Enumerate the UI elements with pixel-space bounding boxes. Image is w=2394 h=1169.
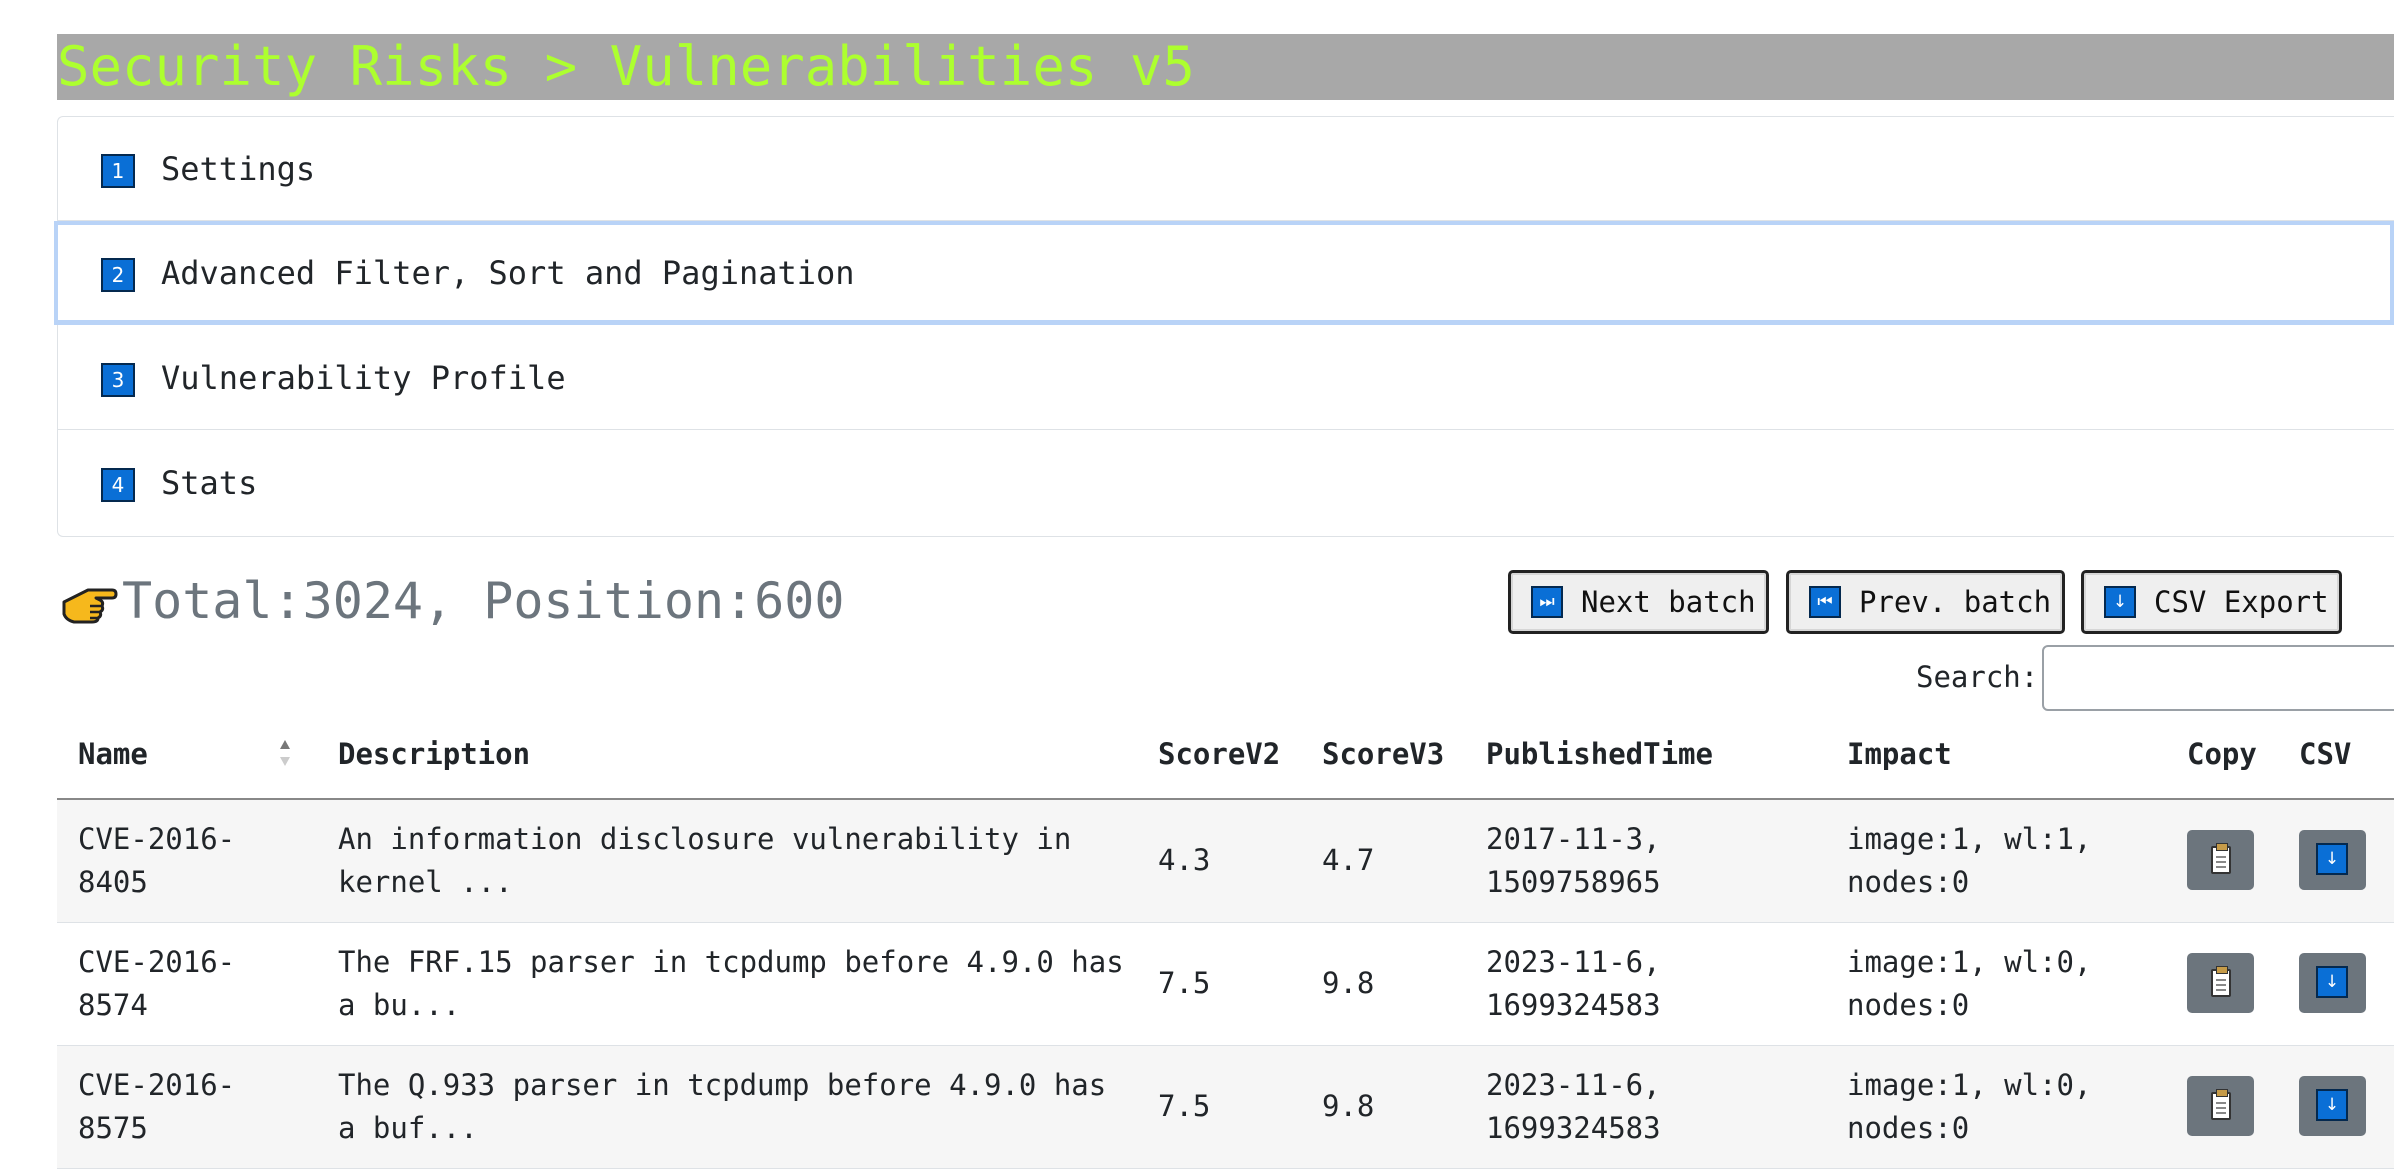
total-position-text: Total:3024, Position:600	[122, 572, 845, 630]
score-v2-cell: 4.3	[1158, 843, 1211, 877]
table-header: Name Description ScoreV2 ScoreV3 Publish…	[57, 722, 2394, 800]
column-header-publishedtime[interactable]: PublishedTime	[1486, 722, 1713, 786]
accordion-label: Vulnerability Profile	[161, 359, 566, 397]
csv-row-button[interactable]: ↓	[2299, 1076, 2366, 1136]
prev-batch-label: Prev. batch	[1859, 585, 2052, 619]
download-icon: ↓	[2316, 843, 2348, 875]
published-time-cell: 2023-11-6, 1699324583	[1486, 945, 1661, 1022]
impact-cell: image:1, wl:0, nodes:0	[1847, 945, 2092, 1022]
score-v2-cell: 7.5	[1158, 1089, 1211, 1123]
accordion-item-advanced-filter[interactable]: 2 Advanced Filter, Sort and Pagination	[54, 221, 2394, 325]
table-row: CVE-2016- 8574 The FRF.15 parser in tcpdu…	[57, 923, 2394, 1046]
accordion-item-settings[interactable]: 1 Settings	[58, 117, 2394, 221]
column-header-name[interactable]: Name	[78, 722, 148, 786]
score-v3-cell: 9.8	[1322, 966, 1375, 1000]
search-input[interactable]	[2042, 645, 2394, 711]
skip-forward-icon: ⏭	[1531, 586, 1563, 618]
column-header-csv[interactable]: CSV	[2299, 722, 2351, 786]
sort-arrows-icon[interactable]	[277, 736, 293, 770]
settings-accordion: 1 Settings 2 Advanced Filter, Sort and P…	[54, 116, 2394, 537]
column-header-impact[interactable]: Impact	[1847, 722, 1952, 786]
vulnerability-table: Name Description ScoreV2 ScoreV3 Publish…	[57, 722, 2394, 1169]
download-icon: ↓	[2316, 966, 2348, 998]
published-time-cell: 2023-11-6, 1699324583	[1486, 1068, 1661, 1145]
impact-cell: image:1, wl:0, nodes:0	[1847, 1068, 2092, 1145]
accordion-label: Settings	[161, 150, 316, 188]
accordion-item-vulnerability-profile[interactable]: 3 Vulnerability Profile	[58, 326, 2394, 430]
csv-row-button[interactable]: ↓	[2299, 830, 2366, 890]
column-header-copy[interactable]: Copy	[2187, 722, 2257, 786]
number-4-icon: 4	[101, 468, 135, 502]
description-cell: The Q.933 parser in tcpdump before 4.9.0…	[338, 1068, 1107, 1145]
accordion-label: Advanced Filter, Sort and Pagination	[161, 254, 855, 292]
copy-button[interactable]	[2187, 830, 2254, 890]
download-icon: ↓	[2316, 1089, 2348, 1121]
clipboard-icon	[2211, 843, 2231, 874]
prev-batch-button[interactable]: ⏮ Prev. batch	[1786, 570, 2065, 634]
download-icon: ↓	[2104, 586, 2136, 618]
table-row: CVE-2016- 8405 An information disclosure …	[57, 800, 2394, 923]
copy-button[interactable]	[2187, 1076, 2254, 1136]
score-v3-cell: 9.8	[1322, 1089, 1375, 1123]
accordion-item-stats[interactable]: 4 Stats	[58, 431, 2394, 535]
next-batch-label: Next batch	[1581, 585, 1756, 619]
page-header: Security Risks > Vulnerabilities v5	[57, 34, 2394, 100]
column-header-scorev3[interactable]: ScoreV3	[1322, 722, 1444, 786]
csv-row-button[interactable]: ↓	[2299, 953, 2366, 1013]
score-v2-cell: 7.5	[1158, 966, 1211, 1000]
description-cell: The FRF.15 parser in tcpdump before 4.9.…	[338, 945, 1124, 1022]
description-cell: An information disclosure vulnerability …	[338, 822, 1072, 899]
pointing-hand-icon	[62, 588, 118, 624]
published-time-cell: 2017-11-3, 1509758965	[1486, 822, 1661, 899]
number-3-icon: 3	[101, 363, 135, 397]
table-row: CVE-2016- 8575 The Q.933 parser in tcpdum…	[57, 1046, 2394, 1169]
search-label: Search:	[1916, 660, 2039, 694]
impact-cell: image:1, wl:1, nodes:0	[1847, 822, 2092, 899]
column-header-description[interactable]: Description	[338, 722, 530, 786]
csv-export-button[interactable]: ↓ CSV Export	[2081, 570, 2342, 634]
result-summary: Total:3024, Position:600	[60, 566, 844, 636]
cve-name: CVE-2016- 8405	[78, 822, 236, 899]
column-header-scorev2[interactable]: ScoreV2	[1158, 722, 1280, 786]
number-1-icon: 1	[101, 154, 135, 188]
number-2-icon: 2	[101, 258, 135, 292]
score-v3-cell: 4.7	[1322, 843, 1375, 877]
clipboard-icon	[2211, 966, 2231, 997]
cve-name: CVE-2016- 8575	[78, 1068, 236, 1145]
page-title: Security Risks > Vulnerabilities v5	[57, 35, 1195, 98]
csv-export-label: CSV Export	[2154, 585, 2329, 619]
next-batch-button[interactable]: ⏭ Next batch	[1508, 570, 1769, 634]
accordion-label: Stats	[161, 464, 258, 502]
skip-back-icon: ⏮	[1809, 586, 1841, 618]
clipboard-icon	[2211, 1089, 2231, 1120]
cve-name: CVE-2016- 8574	[78, 945, 236, 1022]
copy-button[interactable]	[2187, 953, 2254, 1013]
